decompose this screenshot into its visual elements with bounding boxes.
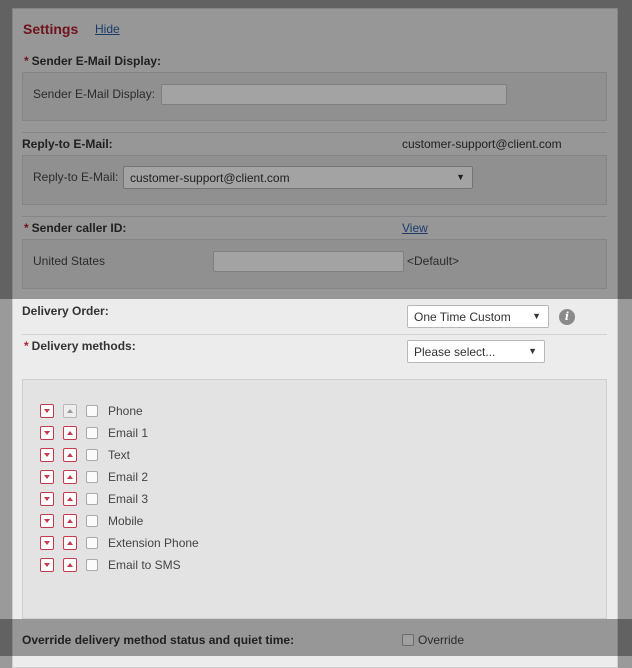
caller-id-country-label: United States — [33, 254, 106, 268]
delivery-method-label: Email 2 — [108, 470, 149, 484]
move-up-icon[interactable] — [63, 448, 77, 462]
divider — [22, 216, 607, 217]
reply-to-header: Reply-to E-Mail: — [22, 137, 113, 151]
delivery-methods-select[interactable]: Please select... ▼ — [407, 340, 545, 363]
delivery-method-label: Email to SMS — [108, 558, 181, 572]
override-checkbox[interactable] — [402, 634, 414, 646]
reply-to-selected-value: customer-support@client.com — [130, 171, 290, 185]
sender-email-field-label: Sender E-Mail Display: — [33, 87, 156, 101]
delivery-method-checkbox[interactable] — [86, 515, 98, 527]
required-asterisk: * — [24, 54, 29, 68]
move-down-icon[interactable] — [40, 558, 54, 572]
delivery-method-label: Email 3 — [108, 492, 149, 506]
delivery-method-label: Text — [108, 448, 131, 462]
delivery-method-row: Phone — [40, 403, 143, 419]
caller-id-header-text: Sender caller ID: — [31, 221, 127, 235]
move-down-icon[interactable] — [40, 426, 54, 440]
delivery-method-checkbox[interactable] — [86, 493, 98, 505]
caller-id-default-text: <Default> — [407, 254, 460, 268]
reply-to-select[interactable]: customer-support@client.com ▼ — [123, 166, 473, 189]
delivery-methods-selected-value: Please select... — [414, 345, 496, 359]
delivery-method-checkbox[interactable] — [86, 405, 98, 417]
caller-id-input[interactable] — [213, 251, 404, 272]
info-icon[interactable]: i — [559, 309, 575, 325]
delivery-method-row: Email 3 — [40, 491, 148, 507]
move-down-icon[interactable] — [40, 404, 54, 418]
delivery-methods-label-text: Delivery methods: — [31, 339, 136, 353]
delivery-method-checkbox[interactable] — [86, 559, 98, 571]
delivery-method-row: Extension Phone — [40, 535, 199, 551]
dropdown-arrow-icon: ▼ — [456, 172, 465, 182]
delivery-method-label: Email 1 — [108, 426, 149, 440]
move-down-icon[interactable] — [40, 514, 54, 528]
delivery-method-row: Email 2 — [40, 469, 148, 485]
dropdown-arrow-icon: ▼ — [528, 346, 537, 356]
move-up-icon[interactable] — [63, 536, 77, 550]
delivery-method-checkbox[interactable] — [86, 449, 98, 461]
move-up-icon[interactable] — [63, 470, 77, 484]
caller-id-view-link[interactable]: View — [402, 221, 428, 235]
delivery-order-selected-value: One Time Custom — [414, 310, 511, 324]
divider — [22, 334, 607, 335]
move-up-icon[interactable] — [63, 514, 77, 528]
override-option[interactable]: Override — [402, 633, 464, 647]
delivery-method-row: Mobile — [40, 513, 143, 529]
delivery-method-row: Email to SMS — [40, 557, 181, 573]
delivery-method-row: Text — [40, 447, 130, 463]
page: Settings Hide * Sender E-Mail Display: Se… — [0, 0, 632, 668]
delivery-method-row: Email 1 — [40, 425, 148, 441]
delivery-method-checkbox[interactable] — [86, 537, 98, 549]
move-down-icon[interactable] — [40, 448, 54, 462]
delivery-method-label: Mobile — [108, 514, 144, 528]
override-checkbox-label: Override — [418, 633, 465, 647]
required-asterisk: * — [24, 221, 29, 235]
delivery-order-label: Delivery Order: — [22, 304, 109, 318]
required-asterisk: * — [24, 339, 29, 353]
move-up-icon[interactable] — [63, 492, 77, 506]
reply-to-current-value: customer-support@client.com — [402, 137, 562, 151]
dropdown-arrow-icon: ▼ — [532, 311, 541, 321]
delivery-methods-label: * Delivery methods: — [24, 339, 136, 353]
settings-title: Settings — [23, 21, 79, 37]
delivery-order-select[interactable]: One Time Custom ▼ — [407, 305, 549, 328]
sender-email-input[interactable] — [161, 84, 507, 105]
move-up-icon[interactable] — [63, 426, 77, 440]
sender-email-header-text: Sender E-Mail Display: — [31, 54, 162, 68]
move-down-icon[interactable] — [40, 470, 54, 484]
hide-link[interactable]: Hide — [95, 22, 120, 36]
move-up-icon[interactable] — [63, 558, 77, 572]
divider — [22, 132, 607, 133]
delivery-method-label: Extension Phone — [108, 536, 199, 550]
delivery-method-label: Phone — [108, 404, 143, 418]
sender-email-header: * Sender E-Mail Display: — [24, 54, 161, 68]
delivery-method-checkbox[interactable] — [86, 471, 98, 483]
delivery-method-checkbox[interactable] — [86, 427, 98, 439]
move-down-icon[interactable] — [40, 492, 54, 506]
move-up-icon — [63, 404, 77, 418]
caller-id-header: * Sender caller ID: — [24, 221, 126, 235]
override-label: Override delivery method status and quie… — [22, 633, 295, 647]
move-down-icon[interactable] — [40, 536, 54, 550]
reply-to-field-label: Reply-to E-Mail: — [33, 170, 119, 184]
